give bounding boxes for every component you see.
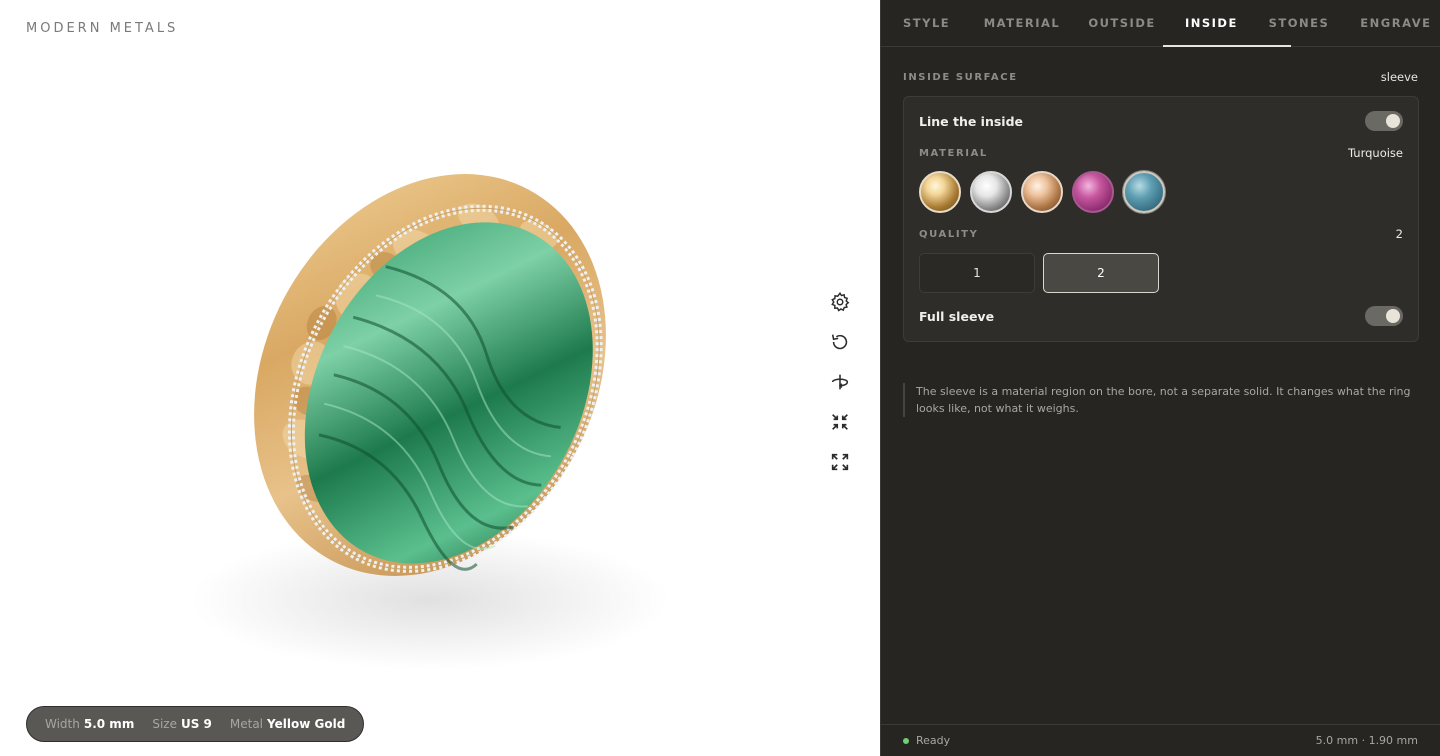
spec-width: Width 5.0 mm [45, 717, 135, 731]
tab-engrave[interactable]: ENGRAVE [1360, 0, 1440, 46]
status-bar: Ready 5.0 mm · 1.90 mm [881, 724, 1440, 756]
quality-value: 2 [1395, 227, 1403, 241]
quality-row: QUALITY 2 [919, 227, 1403, 241]
quality-label: QUALITY [919, 228, 979, 240]
swatch-rose-gold[interactable] [1021, 171, 1063, 213]
expand-icon[interactable] [826, 448, 854, 476]
config-panel: STYLE MATERIAL OUTSIDE INSIDE STONES ENG… [880, 0, 1440, 756]
inside-surface-value: sleeve [1380, 70, 1418, 84]
sleeve-note: The sleeve is a material region on the b… [903, 383, 1419, 417]
full-sleeve-label: Full sleeve [919, 308, 995, 324]
inside-surface-header: INSIDE SURFACE sleeve [903, 70, 1418, 84]
line-inside-toggle[interactable] [1365, 111, 1403, 131]
spec-metal: Metal Yellow Gold [229, 717, 346, 731]
full-sleeve-row: Full sleeve [919, 306, 1403, 326]
spin-icon[interactable] [826, 368, 854, 396]
material-label: MATERIAL [919, 147, 988, 159]
material-row: MATERIAL Turquoise [919, 146, 1403, 160]
status-text: Ready [916, 734, 951, 747]
swatch-turquoise[interactable] [1123, 171, 1165, 213]
sleeve-card: Line the inside MATERIAL Turquoise QUALI… [903, 96, 1419, 342]
inside-surface-label: INSIDE SURFACE [903, 71, 1018, 83]
status-dimensions: 5.0 mm · 1.90 mm [1315, 734, 1418, 747]
tab-style[interactable]: STYLE [903, 0, 984, 46]
tab-inside[interactable]: INSIDE [1163, 0, 1291, 47]
rotate-reset-icon[interactable] [826, 328, 854, 356]
settings-icon[interactable] [826, 288, 854, 316]
line-inside-label: Line the inside [919, 113, 1024, 129]
material-selected: Turquoise [1348, 146, 1403, 160]
tab-outside[interactable]: OUTSIDE [1088, 0, 1185, 46]
material-swatches [919, 171, 1165, 213]
swatch-pink[interactable] [1072, 171, 1114, 213]
line-inside-row: Line the inside [919, 111, 1403, 131]
tab-material[interactable]: MATERIAL [984, 0, 1089, 46]
status-indicator: Ready [903, 734, 950, 747]
status-dot-icon [903, 737, 909, 744]
quality-option-1[interactable]: 1 [919, 253, 1035, 293]
quality-options: 1 2 [919, 253, 1159, 293]
quality-option-2[interactable]: 2 [1043, 253, 1159, 293]
collapse-icon[interactable] [826, 408, 854, 436]
viewer-toolbar [826, 288, 854, 488]
spec-size: Size US 9 [152, 717, 212, 731]
tab-bar: STYLE MATERIAL OUTSIDE INSIDE STONES ENG… [881, 0, 1440, 47]
full-sleeve-toggle[interactable] [1365, 306, 1403, 326]
ring-viewer[interactable]: MODERN METALS Width 5.0 mm Size US 9 Met… [0, 0, 880, 756]
swatch-yellow-gold[interactable] [919, 171, 961, 213]
spec-summary-bar: Width 5.0 mm Size US 9 Metal Yellow Gold [26, 706, 365, 742]
tab-stones[interactable]: STONES [1269, 0, 1361, 46]
swatch-white-metal[interactable] [970, 171, 1012, 213]
ring-render[interactable] [0, 0, 880, 756]
